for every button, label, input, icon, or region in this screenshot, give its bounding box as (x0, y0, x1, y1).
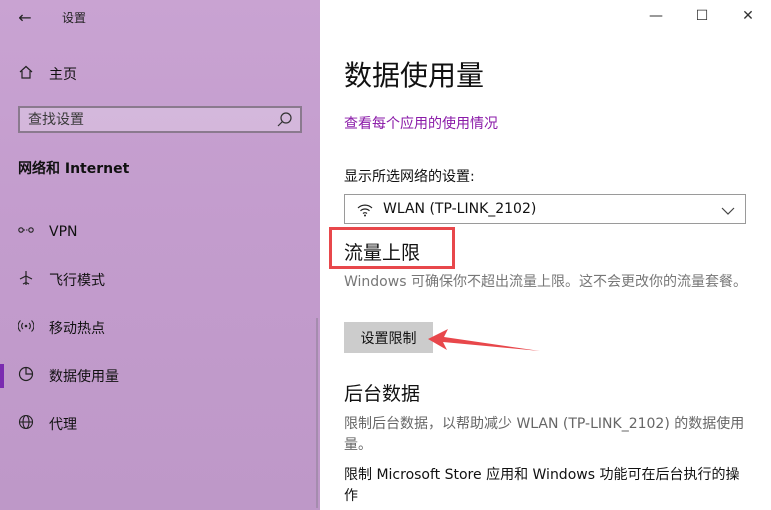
maximize-button[interactable]: ☐ (679, 0, 725, 32)
vpn-icon (16, 224, 36, 240)
close-button[interactable]: ✕ (725, 0, 771, 32)
annotation-arrow (428, 329, 540, 351)
sidebar-item-vpn[interactable]: VPN (0, 212, 320, 252)
data-limit-heading: 流量上限 (344, 242, 421, 264)
page-title: 数据使用量 (344, 59, 485, 92)
globe-icon (16, 414, 36, 434)
section-title: 网络和 Internet (18, 161, 130, 177)
search-box[interactable] (18, 106, 302, 133)
search-icon[interactable] (276, 110, 294, 130)
app-title: 设置 (62, 11, 87, 25)
minimize-button[interactable]: — (633, 0, 679, 32)
pie-chart-icon (16, 366, 36, 386)
main-content: — ☐ ✕ 数据使用量 查看每个应用的使用情况 显示所选网络的设置: WLAN … (320, 0, 771, 510)
network-select-label: 显示所选网络的设置: (344, 169, 475, 185)
sidebar-item-label: VPN (49, 224, 78, 240)
background-data-option: 限制 Microsoft Store 应用和 Windows 功能可在后台执行的… (344, 467, 740, 504)
home-icon (16, 65, 36, 83)
sidebar-item-label: 数据使用量 (49, 369, 119, 385)
airplane-icon (16, 270, 36, 290)
background-data-heading: 后台数据 (344, 383, 421, 405)
search-input[interactable] (20, 108, 268, 131)
chevron-down-icon (721, 202, 735, 215)
sidebar-item-hotspot[interactable]: 移动热点 (0, 308, 320, 348)
sidebar-scrollbar[interactable] (316, 318, 318, 508)
sidebar-item-label: 飞行模式 (49, 273, 105, 289)
network-dropdown[interactable]: WLAN (TP-LINK_2102) (344, 194, 746, 224)
sidebar-item-label: 主页 (49, 67, 77, 83)
sidebar-item-label: 代理 (49, 417, 77, 433)
sidebar-item-airplane[interactable]: 飞行模式 (0, 260, 320, 300)
hotspot-icon (16, 319, 36, 337)
sidebar-item-home[interactable]: 主页 (0, 54, 320, 94)
sidebar-item-data-usage[interactable]: 数据使用量 (0, 356, 320, 396)
background-data-description: 限制后台数据，以帮助减少 WLAN (TP-LINK_2102) 的数据使用量。 (344, 416, 745, 453)
app-usage-link[interactable]: 查看每个应用的使用情况 (344, 113, 498, 133)
back-arrow-icon[interactable]: ← (10, 5, 40, 31)
network-select-value: WLAN (TP-LINK_2102) (383, 201, 537, 217)
wifi-icon (357, 202, 373, 217)
sidebar-item-label: 移动热点 (49, 321, 105, 337)
sidebar: ← 设置 主页 网络和 Internet VPN 飞行模式 移动热点 (0, 0, 320, 510)
sidebar-item-proxy[interactable]: 代理 (0, 404, 320, 444)
data-limit-description: Windows 可确保你不超出流量上限。这不会更改你的流量套餐。 (344, 274, 747, 290)
